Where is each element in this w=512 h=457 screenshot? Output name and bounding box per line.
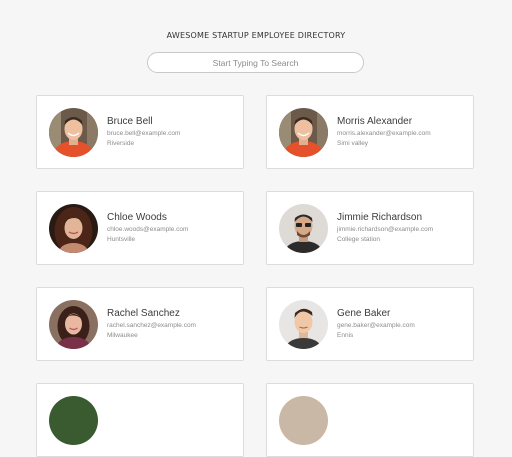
employee-name: Bruce Bell: [107, 116, 153, 127]
employee-city: Milwaukee: [107, 332, 138, 339]
avatar: [279, 108, 328, 157]
employee-card[interactable]: Morris Alexander morris.alexander@exampl…: [266, 95, 474, 169]
avatar: [49, 204, 98, 253]
employee-city: Ennis: [337, 332, 354, 339]
employee-card[interactable]: Chloe Woods chloe.woods@example.com Hunt…: [36, 191, 244, 265]
search-input[interactable]: [147, 52, 364, 73]
avatar: [49, 300, 98, 349]
avatar: [279, 204, 328, 253]
avatar: [49, 108, 98, 157]
employee-city: Riverside: [107, 140, 135, 147]
employee-city: Huntsville: [107, 236, 136, 243]
employee-card[interactable]: Rachel Sanchez rachel.sanchez@example.co…: [36, 287, 244, 361]
employee-card[interactable]: Bruce Bell bruce.bell@example.com Rivers…: [36, 95, 244, 169]
employee-city: Simi valley: [337, 140, 369, 147]
employee-name: Chloe Woods: [107, 212, 167, 223]
employee-email: gene.baker@example.com: [337, 322, 415, 329]
employee-card[interactable]: [266, 383, 474, 457]
page-title: AWESOME STARTUP EMPLOYEE DIRECTORY: [166, 31, 346, 40]
employee-email: chloe.woods@example.com: [107, 226, 189, 233]
employee-email: jimmie.richardson@example.com: [337, 226, 434, 233]
employee-card[interactable]: Jimmie Richardson jimmie.richardson@exam…: [266, 191, 474, 265]
employee-city: College station: [337, 236, 380, 243]
employee-email: morris.alexander@example.com: [337, 130, 431, 137]
employee-card[interactable]: Gene Baker gene.baker@example.com Ennis: [266, 287, 474, 361]
avatar: [279, 396, 328, 445]
employee-name: Rachel Sanchez: [107, 308, 180, 319]
avatar: [279, 300, 328, 349]
employee-email: rachel.sanchez@example.com: [107, 322, 196, 329]
employee-name: Morris Alexander: [337, 116, 413, 127]
employee-email: bruce.bell@example.com: [107, 130, 181, 137]
avatar: [49, 396, 98, 445]
employee-card[interactable]: [36, 383, 244, 457]
employee-name: Jimmie Richardson: [337, 212, 423, 223]
employee-name: Gene Baker: [337, 308, 391, 319]
